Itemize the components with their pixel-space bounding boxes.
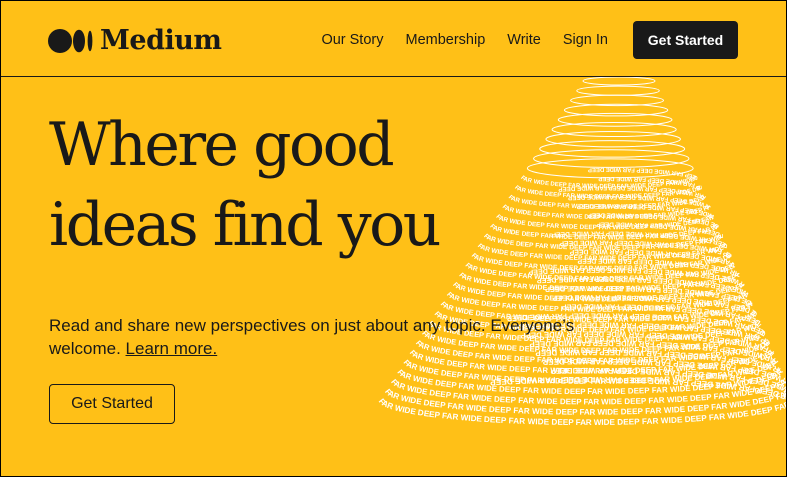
spotlight-ring [582, 77, 656, 86]
site-header: Medium Our Story Membership Write Sign I… [1, 1, 786, 77]
spotlight-ring [576, 85, 660, 96]
hero-get-started-button[interactable]: Get Started [49, 384, 175, 424]
logo[interactable]: Medium [48, 25, 222, 56]
spotlight-ring [545, 131, 681, 148]
nav-write[interactable]: Write [507, 32, 541, 48]
nav-membership[interactable]: Membership [405, 32, 485, 48]
top-nav: Our Story Membership Write Sign In Get S… [321, 21, 738, 59]
nav-our-story[interactable]: Our Story [321, 32, 383, 48]
hero-headline: Where good ideas find you [49, 105, 509, 265]
spotlight-ring [539, 140, 686, 158]
spotlight-ring [551, 121, 677, 138]
header-get-started-button[interactable]: Get Started [633, 21, 738, 59]
learn-more-link[interactable]: Learn more. [126, 339, 218, 358]
logo-text: Medium [100, 25, 222, 56]
medium-logo-icon [48, 29, 94, 53]
headline-line-1: Where good [49, 110, 395, 180]
headline-line-2: ideas find you [49, 190, 441, 260]
nav-sign-in[interactable]: Sign In [563, 32, 608, 48]
hero-subtext: Read and share new perspectives on just … [49, 314, 609, 360]
page-frame: FAR WIDE DEEP FAR WIDE DEEP FAR WIDE DEE… [0, 0, 787, 477]
